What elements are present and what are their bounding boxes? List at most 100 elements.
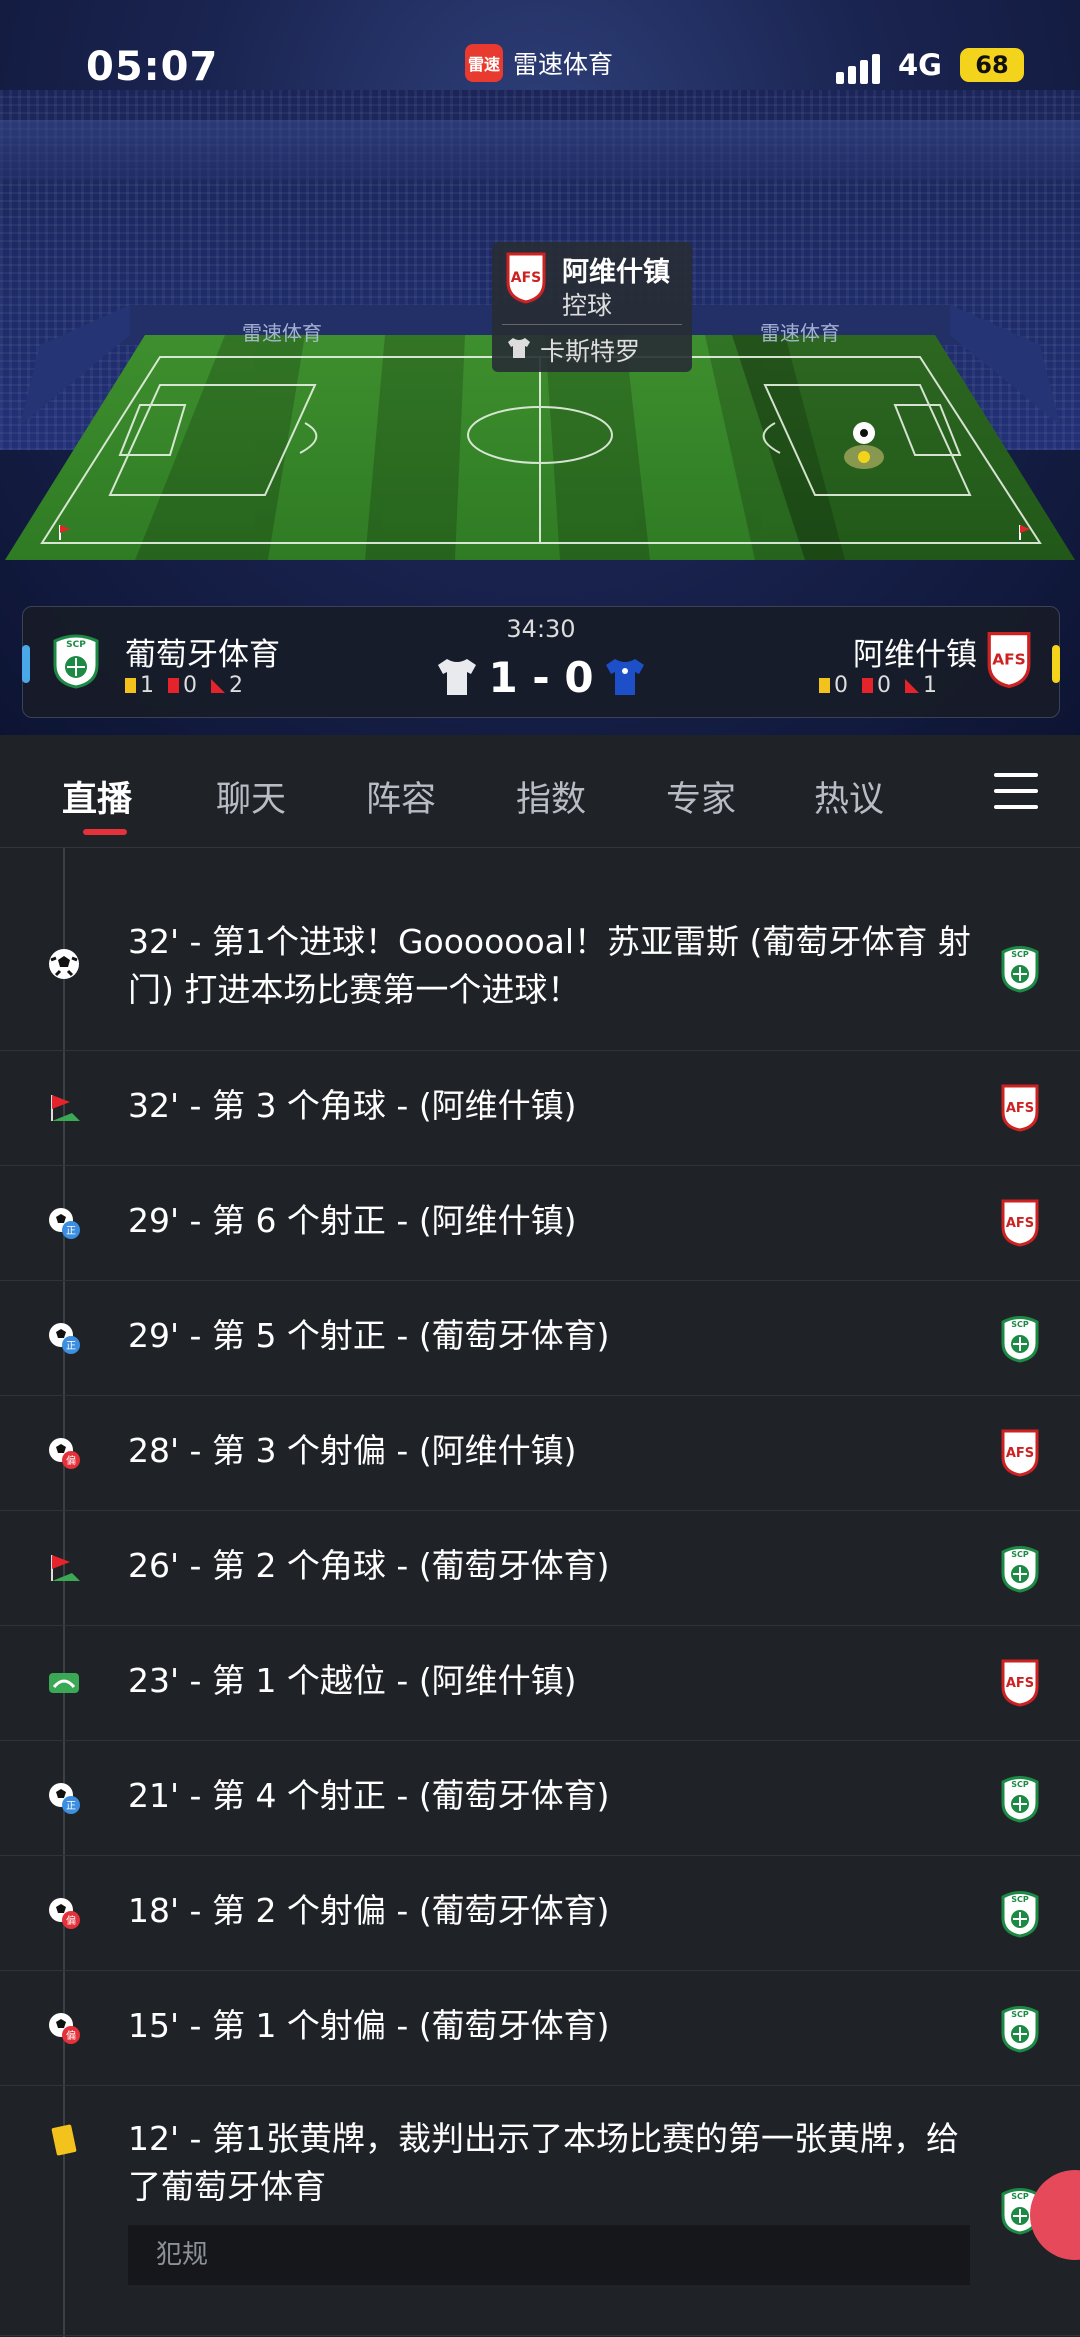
event-text: 12' - 第1张黄牌，裁判出示了本场比赛的第一张黄牌，给了葡萄牙体育	[128, 2119, 959, 2206]
svg-text:SCP: SCP	[1011, 1320, 1029, 1329]
event-text: 18' - 第 2 个射偏 - (葡萄牙体育)	[128, 1891, 610, 1930]
away-team-logo-icon: AFS	[1001, 1429, 1039, 1477]
svg-text:SCP: SCP	[1011, 1780, 1029, 1789]
svg-text:正: 正	[66, 1341, 76, 1352]
event-text: 21' - 第 4 个射正 - (葡萄牙体育)	[128, 1776, 610, 1815]
tab-experts[interactable]: 专家	[666, 771, 736, 822]
menu-icon[interactable]	[994, 773, 1038, 809]
event-item[interactable]: 偏 28' - 第 3 个射偏 - (阿维什镇) AFS	[0, 1395, 1080, 1511]
away-jersey-icon	[606, 659, 644, 695]
popup-action: 控球	[562, 291, 613, 320]
live-event-list: 32' - 第1个进球！Gooooooal！苏亚雷斯 (葡萄牙体育 射门) 打进…	[0, 848, 1080, 2337]
away-corners: 1	[923, 673, 937, 698]
svg-text:偏: 偏	[66, 2029, 76, 2042]
tab-bar: 直播 聊天 阵容 指数 专家 热议	[0, 735, 1080, 848]
away-team-name[interactable]: 阿维什镇	[853, 629, 977, 674]
shot-on-target-icon: 正	[49, 1208, 80, 1239]
away-team-logo-icon: AFS	[1001, 1199, 1039, 1247]
home-team-logo-icon: SCP	[1001, 1776, 1039, 1823]
svg-text:AFS: AFS	[1006, 1101, 1034, 1116]
yellow-card-icon	[819, 678, 830, 693]
event-item[interactable]: 23' - 第 1 个越位 - (阿维什镇) AFS	[0, 1625, 1080, 1741]
home-team-logo-icon: SCP	[1001, 1546, 1039, 1593]
tab-odds[interactable]: 指数	[516, 771, 586, 822]
red-card-icon	[862, 678, 873, 693]
yellow-card-icon	[51, 2124, 77, 2156]
network-type: 4G	[898, 48, 942, 82]
away-team-logo-icon: AFS	[1001, 1084, 1039, 1132]
away-red: 0	[877, 673, 891, 698]
svg-text:AFS: AFS	[1006, 1676, 1034, 1691]
event-text: 15' - 第 1 个射偏 - (葡萄牙体育)	[128, 2006, 610, 2045]
shirt-icon	[508, 338, 530, 358]
shot-off-target-icon: 偏	[49, 2013, 80, 2044]
event-item[interactable]: 正 21' - 第 4 个射正 - (葡萄牙体育) SCP	[0, 1740, 1080, 1856]
event-text: 26' - 第 2 个角球 - (葡萄牙体育)	[128, 1546, 610, 1585]
event-text: 23' - 第 1 个越位 - (阿维什镇)	[128, 1661, 577, 1700]
away-yellow: 0	[834, 673, 848, 698]
status-time: 05:07	[86, 44, 219, 90]
event-item[interactable]: 12' - 第1张黄牌，裁判出示了本场比赛的第一张黄牌，给了葡萄牙体育犯规 SCP	[0, 2085, 1080, 2336]
event-text: 32' - 第1个进球！Gooooooal！苏亚雷斯 (葡萄牙体育 射门) 打进…	[128, 922, 971, 1009]
scoreboard: SCP 葡萄牙体育 1 0 2 34:30 1 - 0 阿维什镇 0 0 1 A…	[22, 606, 1060, 718]
football-goal-icon	[49, 949, 79, 979]
event-item[interactable]: 正 29' - 第 6 个射正 - (阿维什镇) AFS	[0, 1165, 1080, 1281]
away-stats: 0 0 1	[819, 673, 937, 698]
corner-flag-icon	[51, 1095, 80, 1121]
signal-icon	[836, 52, 884, 84]
home-team-logo-icon: SCP	[1001, 2006, 1039, 2053]
popup-player: 卡斯特罗	[540, 337, 641, 366]
event-item[interactable]: 偏 18' - 第 2 个射偏 - (葡萄牙体育) SCP	[0, 1855, 1080, 1971]
offside-icon	[49, 1673, 79, 1693]
app-brand: 雷速 雷速体育	[465, 44, 613, 82]
event-item[interactable]: 偏 15' - 第 1 个射偏 - (葡萄牙体育) SCP	[0, 1970, 1080, 2086]
away-team-logo-icon: AFS	[1001, 1659, 1039, 1707]
shot-off-target-icon: 偏	[49, 1438, 80, 1469]
event-item[interactable]: 26' - 第 2 个角球 - (葡萄牙体育) SCP	[0, 1510, 1080, 1626]
home-team-logo-icon: SCP	[1001, 946, 1039, 993]
tab-chat[interactable]: 聊天	[216, 771, 286, 822]
tab-live[interactable]: 直播	[62, 771, 132, 822]
home-team-logo-icon: SCP	[1001, 1891, 1039, 1938]
svg-text:正: 正	[66, 1801, 76, 1812]
possession-popup: AFS 阿维什镇 控球 卡斯特罗	[492, 242, 692, 372]
event-item[interactable]: 正 29' - 第 5 个射正 - (葡萄牙体育) SCP	[0, 1280, 1080, 1396]
home-team-logo-icon: SCP	[1001, 1316, 1039, 1363]
event-detail: 犯规	[128, 2225, 970, 2285]
match-header: 05:07 雷速 雷速体育 4G 68 雷速体育 雷速体育 AFS 阿维什镇 控…	[0, 0, 1080, 735]
shot-off-target-icon: 偏	[49, 1898, 80, 1929]
svg-text:SCP: SCP	[1011, 1895, 1029, 1904]
tab-lineup[interactable]: 阵容	[366, 771, 436, 822]
active-tab-indicator	[83, 829, 127, 835]
ad-board-right: 雷速体育	[760, 321, 840, 345]
shot-on-target-icon: 正	[49, 1323, 80, 1354]
away-team-logo-icon: AFS	[506, 252, 546, 304]
svg-text:AFS: AFS	[511, 270, 541, 286]
svg-text:SCP: SCP	[1011, 1550, 1029, 1559]
svg-text:SCP: SCP	[1011, 950, 1029, 959]
status-bar: 05:07 雷速 雷速体育 4G 68	[0, 0, 1080, 135]
corner-icon	[905, 678, 919, 693]
svg-text:AFS: AFS	[992, 650, 1026, 668]
away-team-logo-icon[interactable]: AFS	[987, 631, 1031, 689]
ad-board-left: 雷速体育	[242, 321, 322, 345]
battery-icon: 68	[960, 48, 1024, 82]
svg-text:SCP: SCP	[1011, 2192, 1029, 2201]
svg-text:SCP: SCP	[1011, 2010, 1029, 2019]
battery-level: 68	[975, 51, 1009, 79]
event-text: 29' - 第 5 个射正 - (葡萄牙体育)	[128, 1316, 610, 1355]
popup-team: 阿维什镇	[562, 257, 670, 288]
app-logo-icon: 雷速	[465, 44, 503, 82]
tab-discussion[interactable]: 热议	[814, 771, 884, 822]
app-name: 雷速体育	[513, 50, 614, 79]
svg-text:偏: 偏	[66, 1454, 76, 1467]
svg-text:AFS: AFS	[1006, 1216, 1034, 1231]
svg-text:正: 正	[66, 1226, 76, 1237]
event-item[interactable]: 32' - 第1个进球！Gooooooal！苏亚雷斯 (葡萄牙体育 射门) 打进…	[0, 888, 1080, 1051]
svg-text:偏: 偏	[66, 1914, 76, 1927]
event-text: 28' - 第 3 个射偏 - (阿维什镇)	[128, 1431, 577, 1470]
event-text: 29' - 第 6 个射正 - (阿维什镇)	[128, 1201, 577, 1240]
event-text: 32' - 第 3 个角球 - (阿维什镇)	[128, 1086, 577, 1125]
svg-text:AFS: AFS	[1006, 1446, 1034, 1461]
event-item[interactable]: 32' - 第 3 个角球 - (阿维什镇) AFS	[0, 1050, 1080, 1166]
